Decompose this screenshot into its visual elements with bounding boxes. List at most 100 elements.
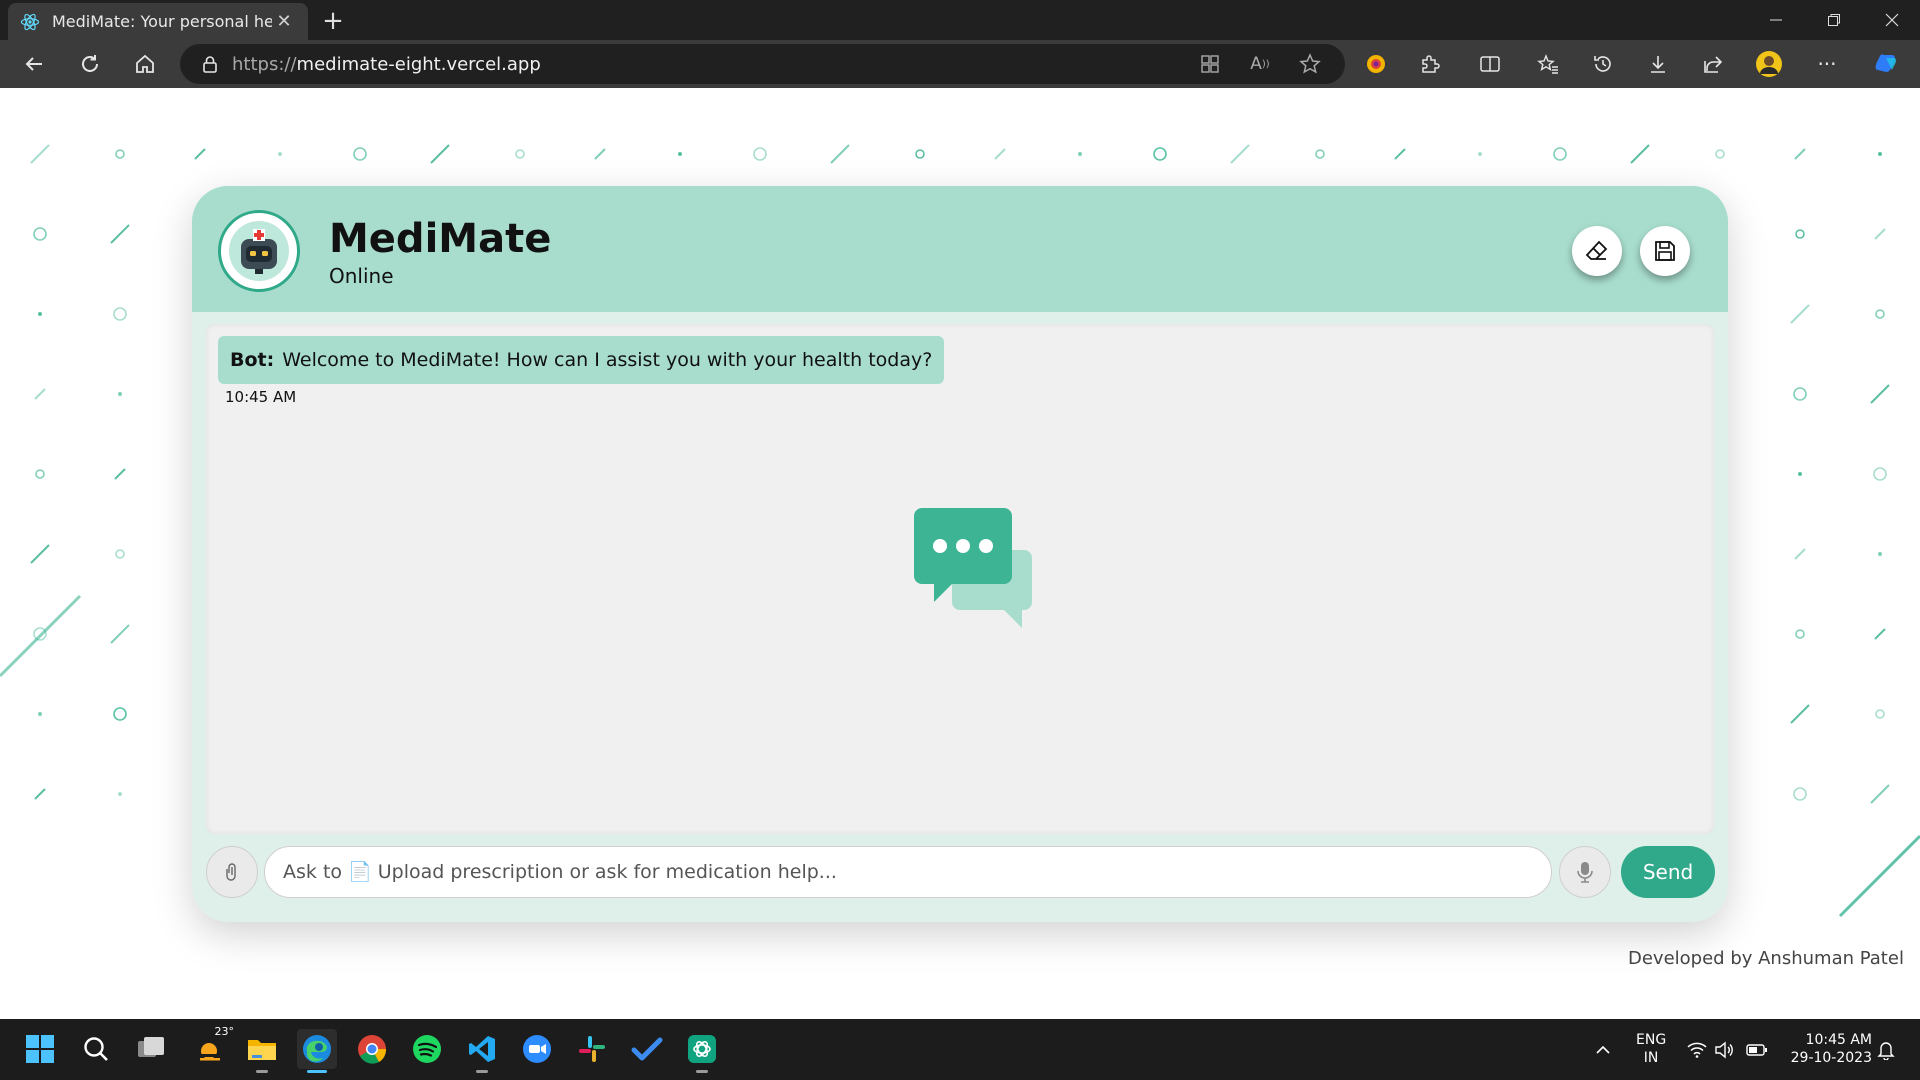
decor-shape: [353, 147, 367, 161]
decor-shape: [1798, 472, 1802, 476]
decor-shape: [594, 148, 606, 160]
downloads-icon[interactable]: [1640, 48, 1676, 80]
decor-shape: [1870, 384, 1890, 404]
extensions-puzzle-icon[interactable]: [1412, 48, 1448, 80]
web-page: MediMate Online Bot: Welcome to MediMate…: [0, 88, 1920, 1019]
decor-shape: [1793, 787, 1807, 801]
running-indicator: [696, 1070, 708, 1073]
refresh-button[interactable]: [72, 48, 108, 80]
voice-input-button[interactable]: [1559, 846, 1611, 898]
taskbar-app-chatgpt[interactable]: [682, 1029, 722, 1073]
favorites-icon[interactable]: [1530, 48, 1566, 80]
decor-shape: [0, 594, 82, 678]
volume-icon[interactable]: [1713, 1039, 1735, 1061]
decor-shape: [1875, 309, 1885, 319]
clear-chat-button[interactable]: [1572, 226, 1622, 276]
taskbar-app-spotify[interactable]: [407, 1029, 447, 1069]
history-icon[interactable]: [1585, 48, 1621, 80]
decor-shape: [38, 712, 42, 716]
restore-button[interactable]: [1806, 0, 1862, 40]
decor-shape: [1795, 629, 1805, 639]
split-screen-icon[interactable]: [1472, 48, 1508, 80]
wifi-icon[interactable]: [1686, 1039, 1708, 1061]
home-button[interactable]: [127, 48, 163, 80]
decor-shape: [33, 227, 47, 241]
back-button[interactable]: [16, 48, 52, 80]
tab-close-icon[interactable]: ✕: [272, 11, 296, 32]
decor-shape: [38, 312, 42, 316]
share-icon[interactable]: [1695, 48, 1731, 80]
message-input[interactable]: [264, 846, 1552, 898]
read-aloud-icon[interactable]: A)): [1242, 48, 1278, 80]
decor-shape: [1838, 834, 1920, 918]
running-indicator: [476, 1070, 488, 1073]
send-button[interactable]: Send: [1621, 846, 1715, 898]
floppy-disk-icon: [1653, 239, 1677, 263]
decor-shape: [753, 147, 767, 161]
chatgpt-icon: [686, 1033, 718, 1065]
message-input-row: Send: [206, 844, 1715, 900]
clock-time: 10:45 AM: [1805, 1032, 1872, 1048]
decor-shape: [114, 468, 126, 480]
close-window-button[interactable]: [1864, 0, 1920, 40]
copilot-icon[interactable]: [1868, 48, 1904, 80]
minimize-button[interactable]: [1748, 0, 1804, 40]
decor-shape: [915, 149, 925, 159]
start-button[interactable]: [20, 1029, 60, 1069]
decor-shape: [110, 624, 130, 644]
new-tab-button[interactable]: +: [318, 6, 348, 36]
decor-shape: [1873, 467, 1887, 481]
region-code: IN: [1643, 1050, 1659, 1066]
taskbar-app-chrome[interactable]: [352, 1029, 392, 1069]
weather-widget[interactable]: 23°: [186, 1025, 234, 1069]
browser-tab-bar: MediMate: Your personal health ✕ +: [0, 0, 1920, 40]
more-menu-icon[interactable]: ···: [1809, 48, 1845, 80]
address-bar[interactable]: https://medimate-eight.vercel.app: [180, 44, 1345, 84]
message-text: Welcome to MediMate! How can I assist yo…: [282, 349, 933, 371]
react-favicon-icon: [20, 12, 40, 32]
taskbar-app-zoom[interactable]: [517, 1029, 557, 1069]
decor-shape: [1394, 148, 1406, 160]
bot-message: Bot: Welcome to MediMate! How can I assi…: [218, 336, 945, 384]
decor-shape: [1790, 304, 1810, 324]
chat-bubbles-icon: [912, 506, 1036, 634]
app-available-icon[interactable]: [1192, 48, 1228, 80]
battery-icon[interactable]: [1746, 1039, 1768, 1061]
search-button[interactable]: [76, 1029, 116, 1069]
decor-shape: [113, 307, 127, 321]
favorite-star-icon[interactable]: [1292, 48, 1328, 80]
chat-messages-area[interactable]: Bot: Welcome to MediMate! How can I assi…: [206, 324, 1714, 834]
windows-logo-icon: [25, 1034, 55, 1064]
decor-shape: [30, 544, 50, 564]
decor-shape: [118, 392, 122, 396]
taskbar-app-file-explorer[interactable]: [242, 1029, 282, 1073]
decor-shape: [1874, 628, 1886, 640]
running-indicator: [256, 1070, 268, 1073]
task-view-button[interactable]: [131, 1029, 171, 1069]
chat-header: MediMate Online: [192, 186, 1728, 312]
eraser-icon: [1584, 238, 1610, 264]
task-view-icon: [136, 1036, 166, 1062]
taskbar-app-vscode[interactable]: [462, 1029, 502, 1073]
system-clock[interactable]: 10:45 AM 29-10-2023: [1780, 1031, 1872, 1067]
decor-shape: [678, 152, 682, 156]
input-language[interactable]: ENG IN: [1636, 1031, 1666, 1067]
save-chat-button[interactable]: [1640, 226, 1690, 276]
decor-shape: [194, 148, 206, 160]
show-hidden-icons-chevron-up-icon[interactable]: [1592, 1039, 1614, 1061]
bot-status: Online: [329, 264, 394, 288]
taskbar-app-edge[interactable]: [297, 1029, 337, 1073]
notification-bell-icon[interactable]: [1875, 1039, 1897, 1061]
browser-tab[interactable]: MediMate: Your personal health ✕: [8, 3, 308, 40]
taskbar-app-todo[interactable]: [627, 1029, 667, 1069]
decor-shape: [1478, 152, 1482, 156]
message-timestamp: 10:45 AM: [225, 388, 297, 406]
attach-button[interactable]: [206, 846, 258, 898]
lock-icon[interactable]: [202, 55, 218, 73]
extension-color-icon[interactable]: [1358, 48, 1394, 80]
taskbar-app-slack[interactable]: [572, 1029, 612, 1069]
folder-icon: [246, 1035, 278, 1063]
profile-avatar[interactable]: [1751, 48, 1787, 80]
tab-title: MediMate: Your personal health: [52, 12, 272, 31]
decor-shape: [1553, 147, 1567, 161]
